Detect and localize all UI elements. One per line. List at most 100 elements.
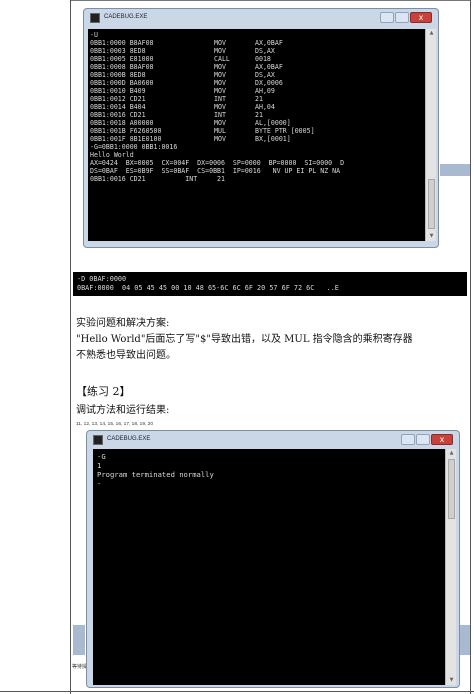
console-line: Hello World bbox=[90, 151, 134, 159]
minimize-button[interactable] bbox=[401, 434, 415, 445]
disasm-row: 0BB1:0016 CD21 INT 21 bbox=[88, 111, 425, 119]
console-output[interactable]: -U 0BB1:0000 B8AF08 MOV AX,0BAF 0BB1:0003 8E… bbox=[88, 29, 425, 241]
heading-problems: 实验问题和解决方案: bbox=[76, 318, 170, 329]
disasm-opcode: CALL bbox=[214, 55, 230, 63]
disasm-row: 0BB1:001B F6260500 MUL BYTE PTR [0005] bbox=[88, 127, 425, 135]
table-bottom-border bbox=[0, 691, 474, 692]
disasm-opcode: MUL bbox=[214, 127, 226, 135]
disasm-address: 0BB1:001F 8B1E0100 bbox=[90, 135, 162, 143]
disasm-operand: 21 bbox=[255, 95, 263, 103]
title-bar[interactable]: CADEBUG.EXE x bbox=[84, 9, 438, 29]
disasm-address: 0BB1:0003 8ED8 bbox=[90, 47, 146, 55]
disasm-row: -U bbox=[88, 31, 425, 39]
memory-dump-strip: -D 0BAF:0000 0BAF:0000 04 05 45 45 00 10… bbox=[73, 272, 467, 296]
disasm-row: 0BB1:0008 B8AF08 MOV AX,0BAF bbox=[88, 63, 425, 71]
disasm-opcode: INT bbox=[214, 95, 226, 103]
dump-row: 0BAF:0000 04 05 45 45 00 10 48 65-6C 6C … bbox=[77, 284, 339, 292]
problem-text-line-2: 不熟悉也导致出问题。 bbox=[76, 350, 176, 361]
scroll-thumb[interactable] bbox=[448, 459, 455, 519]
debug-window-2[interactable]: CADEBUG.EXE x -G 1 Program terminated no… bbox=[86, 430, 460, 688]
disasm-opcode: MOV bbox=[214, 87, 226, 95]
problem-text-line-1: "Hello World"后面忘了写"$"导致出错，以及 MUL 指令隐含的乘积… bbox=[76, 334, 413, 345]
vertical-scrollbar[interactable]: ▲ ▼ bbox=[445, 449, 456, 685]
disasm-row: 0BB1:0018 A00000 MOV AL,[0000] bbox=[88, 119, 425, 127]
scroll-up-icon[interactable]: ▲ bbox=[448, 450, 455, 456]
disasm-address: 0BB1:0016 CD21 bbox=[90, 111, 146, 119]
disasm-address: 0BB1:0014 B404 bbox=[90, 103, 146, 111]
window-title: CADEBUG.EXE bbox=[107, 436, 151, 442]
scroll-down-icon[interactable]: ▼ bbox=[428, 233, 435, 239]
disasm-opcode: MOV bbox=[214, 63, 226, 71]
disasm-address: 0BB1:0018 A00000 bbox=[90, 119, 154, 127]
disasm-row: 0BB1:0000 B8AF08 MOV AX,0BAF bbox=[88, 39, 425, 47]
disasm-operand: BYTE PTR [0005] bbox=[255, 127, 315, 135]
disasm-operand: DX,0006 bbox=[255, 79, 283, 87]
disasm-address: 0BB1:0012 CD21 bbox=[90, 95, 146, 103]
disasm-opcode: MOV bbox=[214, 79, 226, 87]
disasm-address: 0BB1:0005 E81000 bbox=[90, 55, 154, 63]
disasm-address: 0BB1:000B 8ED8 bbox=[90, 71, 146, 79]
disasm-address: 0BB1:0000 B8AF08 bbox=[90, 39, 154, 47]
disasm-address: 0BB1:0010 B409 bbox=[90, 87, 146, 95]
debug-window-1[interactable]: CADEBUG.EXE x -U 0BB1:0000 B8AF08 MOV AX,0B… bbox=[83, 8, 439, 248]
scroll-thumb[interactable] bbox=[428, 179, 435, 229]
disasm-operand: 0018 bbox=[255, 55, 271, 63]
console-output[interactable]: -G 1 Program terminated normally - bbox=[93, 449, 445, 685]
disasm-address: 0BB1:000D BA0600 bbox=[90, 79, 154, 87]
scroll-up-icon[interactable]: ▲ bbox=[428, 30, 435, 36]
heading-debug-method: 调试方法和运行结果: bbox=[76, 405, 170, 416]
disasm-opcode: MOV bbox=[214, 71, 226, 79]
minimize-button[interactable] bbox=[380, 12, 394, 23]
table-top-border bbox=[71, 0, 470, 1]
background-label: 等待操 bbox=[72, 664, 88, 670]
disasm-opcode: MOV bbox=[214, 39, 226, 47]
disasm-opcode: MOV bbox=[214, 119, 226, 127]
disasm-row: 0BB1:001F 8B1E0100 MOV BX,[0001] bbox=[88, 135, 425, 143]
disasm-operand: AX,0BAF bbox=[255, 39, 283, 47]
disasm-address: 0BB1:0008 B8AF08 bbox=[90, 63, 154, 71]
table-left-column bbox=[0, 0, 71, 694]
background-bar bbox=[73, 625, 85, 655]
table-right-border bbox=[470, 0, 474, 694]
disasm-row: 0BB1:0003 8ED8 MOV DS,AX bbox=[88, 47, 425, 55]
disasm-operand: AH,09 bbox=[255, 87, 275, 95]
close-button[interactable]: x bbox=[410, 12, 432, 23]
console-app-icon bbox=[93, 435, 103, 445]
disasm-opcode: INT bbox=[214, 111, 226, 119]
disasm-row: 0BB1:0005 E81000 CALL 0018 bbox=[88, 55, 425, 63]
close-button[interactable]: x bbox=[431, 434, 453, 445]
title-bar[interactable]: CADEBUG.EXE x bbox=[87, 431, 459, 451]
console-line: DS=0BAF ES=0B9F SS=0BAF CS=0BB1 IP=0016 … bbox=[90, 167, 341, 175]
window-title: CADEBUG.EXE bbox=[104, 14, 148, 20]
disasm-operand: DS,AX bbox=[255, 47, 275, 55]
disasm-operand: DS,AX bbox=[255, 71, 275, 79]
disasm-opcode: MOV bbox=[214, 47, 226, 55]
disasm-row: 0BB1:0010 B409 MOV AH,09 bbox=[88, 87, 425, 95]
disasm-row: 0BB1:0012 CD21 INT 21 bbox=[88, 95, 425, 103]
scroll-down-icon[interactable]: ▼ bbox=[448, 677, 455, 683]
vertical-scrollbar[interactable]: ▲ ▼ bbox=[425, 29, 436, 241]
disasm-operand: AH,04 bbox=[255, 103, 275, 111]
disasm-opcode: MOV bbox=[214, 103, 226, 111]
disasm-operand: AX,0BAF bbox=[255, 63, 283, 71]
console-line: -G=0BB1:0000 0BB1:0016 bbox=[90, 143, 178, 151]
console-line: 1 bbox=[97, 461, 102, 470]
console-line: 0BB1:0016 CD21 INT 21 bbox=[90, 175, 225, 183]
disasm-row: 0BB1:000B 8ED8 MOV DS,AX bbox=[88, 71, 425, 79]
disasm-operand: BX,[0001] bbox=[255, 135, 291, 143]
console-line: -G bbox=[97, 452, 106, 461]
disasm-address: 0BB1:001B F6260500 bbox=[90, 127, 162, 135]
console-line: - bbox=[97, 479, 102, 488]
heading-exercise-2: 【练习 2】 bbox=[76, 385, 131, 398]
disasm-opcode: MOV bbox=[214, 135, 226, 143]
console-line: Program terminated normally bbox=[97, 470, 214, 479]
background-bar bbox=[440, 164, 470, 176]
disasm-operand: 21 bbox=[255, 111, 263, 119]
maximize-button[interactable] bbox=[416, 434, 430, 445]
input-numbers: 11, 12, 13, 14, 15, 16, 17, 18, 19, 20 bbox=[76, 422, 153, 427]
disasm-address: -U bbox=[90, 31, 98, 39]
disasm-row: 0BB1:0014 B404 MOV AH,04 bbox=[88, 103, 425, 111]
dump-command: -D 0BAF:0000 bbox=[77, 275, 127, 283]
maximize-button[interactable] bbox=[395, 12, 409, 23]
console-line: AX=0424 BX=0005 CX=004F DX=0006 SP=0000 … bbox=[90, 159, 345, 167]
